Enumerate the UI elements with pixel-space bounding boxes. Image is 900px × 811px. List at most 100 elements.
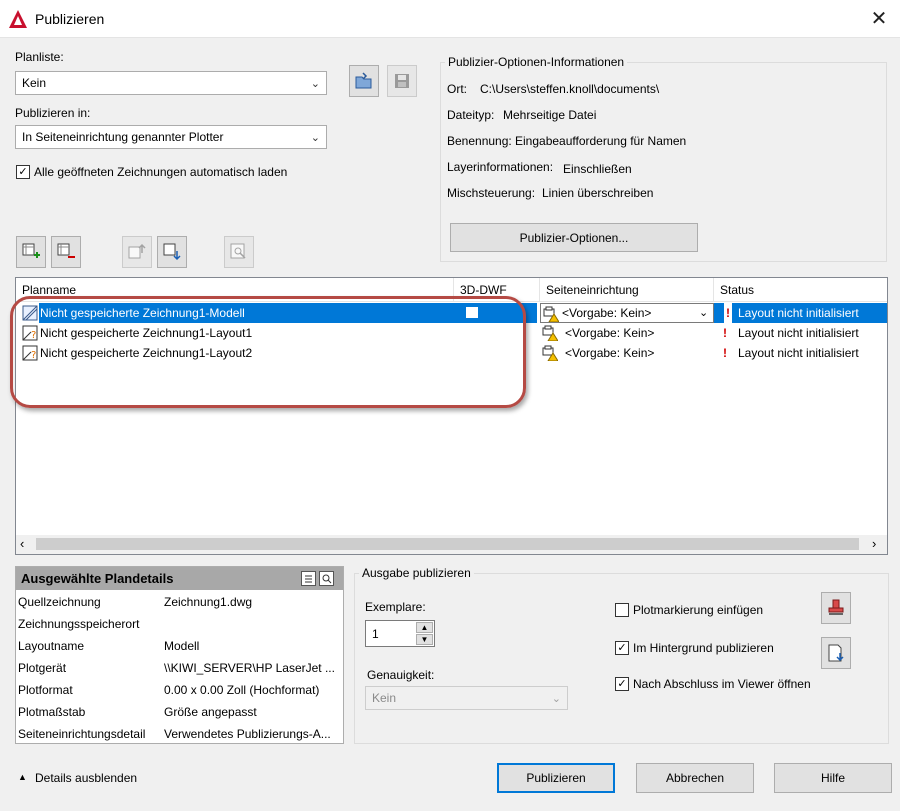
info-value-layers: Einschließen <box>563 162 632 176</box>
title-bar: Publizieren ✕ <box>0 0 900 38</box>
publish-output-group <box>354 573 889 744</box>
status-text: Layout nicht initialisiert <box>738 326 859 340</box>
detail-label: Quellzeichnung <box>18 595 101 609</box>
scroll-left-icon[interactable]: ‹ <box>20 537 24 551</box>
precision-value: Kein <box>372 691 397 705</box>
status-cell-selected: ! Layout nicht initialisiert <box>714 303 887 323</box>
sheet-list-header: Planname 3D-DWF Seiteneinrichtung Status <box>16 278 887 302</box>
3d-dwf-checkbox[interactable] <box>466 307 478 318</box>
planliste-value: Kein <box>22 76 47 90</box>
background-publish-details-button[interactable] <box>821 637 851 669</box>
detail-value: 0.00 x 0.00 Zoll (Hochformat) <box>164 683 320 697</box>
status-alert-icon: ! <box>724 303 732 323</box>
col-header-3d-dwf[interactable]: 3D-DWF <box>454 278 540 302</box>
sheet-list[interactable]: Planname 3D-DWF Seiteneinrichtung Status… <box>15 277 888 555</box>
detail-label: Plotgerät <box>18 661 67 675</box>
move-sheet-down-button[interactable] <box>157 236 187 268</box>
window-title: Publizieren <box>35 11 105 27</box>
detail-value: Zeichnung1.dwg <box>164 595 253 609</box>
add-sheets-button[interactable] <box>16 236 46 268</box>
detail-value: Modell <box>164 639 200 653</box>
copies-value: 1 <box>372 627 379 641</box>
detail-label: Layoutname <box>18 639 85 653</box>
publish-to-label: Publizieren in: <box>15 106 91 120</box>
info-label-location: Ort: <box>447 82 467 96</box>
copies-label: Exemplare: <box>365 600 426 614</box>
col-header-status[interactable]: Status <box>714 278 887 302</box>
document-download-icon <box>828 644 844 662</box>
stamp-icon <box>828 599 844 615</box>
planliste-dropdown[interactable]: Kein ⌄ <box>15 71 327 95</box>
table-row[interactable]: ? Nicht gespeicherte Zeichnung1-Layout2 … <box>16 343 887 363</box>
status-text: Layout nicht initialisiert <box>738 346 859 360</box>
preview-magnifier-icon <box>230 243 246 259</box>
col-header-sheet-name[interactable]: Planname <box>16 278 454 302</box>
save-sheet-list-button[interactable] <box>387 65 417 97</box>
add-sheet-icon <box>22 243 40 258</box>
model-sheet-icon <box>22 305 38 321</box>
cancel-button[interactable]: Abbrechen <box>636 763 754 793</box>
sheet-name: Nicht gespeicherte Zeichnung1-Layout1 <box>40 326 253 340</box>
publish-options-info-title: Publizier-Optionen-Informationen <box>445 55 628 69</box>
info-label-naming: Benennung: <box>447 134 512 148</box>
precision-dropdown[interactable]: Kein ⌄ <box>365 686 568 710</box>
move-up-icon <box>128 243 146 259</box>
col-header-page-setup[interactable]: Seiteneinrichtung <box>540 278 714 302</box>
table-row[interactable]: Nicht gespeicherte Zeichnung1-Modell <Vo… <box>16 303 887 323</box>
remove-sheets-button[interactable] <box>51 236 81 268</box>
scroll-right-icon[interactable]: › <box>872 537 876 551</box>
chevron-down-icon: ⌄ <box>310 78 320 90</box>
detail-label: Zeichnungsspeicherort <box>18 617 140 631</box>
info-value-location: C:\Users\steffen.knoll\documents\ <box>480 82 660 96</box>
close-icon[interactable]: ✕ <box>866 6 892 32</box>
list-view-icon[interactable] <box>301 571 316 586</box>
floppy-disk-icon <box>395 74 409 88</box>
load-sheet-list-button[interactable] <box>349 65 379 97</box>
chevron-down-icon: ⌄ <box>310 132 320 144</box>
status-alert-icon: ! <box>723 326 727 340</box>
stepper-down-icon[interactable]: ▼ <box>416 634 433 645</box>
plotstamp-label: Plotmarkierung einfügen <box>633 603 764 617</box>
publish-options-button[interactable]: Publizier-Optionen... <box>450 223 698 252</box>
auto-load-checkbox[interactable]: ✓ <box>16 165 30 179</box>
collapse-arrow-icon[interactable]: ▲ <box>18 772 27 782</box>
open-in-viewer-label: Nach Abschluss im Viewer öffnen <box>633 677 811 691</box>
open-in-viewer-checkbox[interactable]: ✓ <box>615 677 629 691</box>
plotstamp-checkbox[interactable] <box>615 603 629 617</box>
hide-details-link[interactable]: Details ausblenden <box>35 771 137 785</box>
details-header: Ausgewählte Plandetails <box>16 567 343 590</box>
stepper-up-icon[interactable]: ▲ <box>416 622 433 633</box>
detail-value: Verwendetes Publizierungs-A... <box>164 727 331 741</box>
background-publish-label: Im Hintergrund publizieren <box>633 641 774 655</box>
horizontal-scrollbar[interactable]: ‹ › <box>16 535 887 554</box>
publish-to-value: In Seiteneinrichtung genannter Plotter <box>22 130 224 144</box>
precision-label: Genauigkeit: <box>367 668 435 682</box>
move-down-icon <box>163 243 181 261</box>
background-publish-checkbox[interactable]: ✓ <box>615 641 629 655</box>
page-setup-value: <Vorgabe: Kein> <box>565 326 655 340</box>
help-button[interactable]: Hilfe <box>774 763 892 793</box>
autocad-app-icon <box>8 9 28 29</box>
scrollbar-thumb[interactable] <box>36 538 859 550</box>
sheet-name: Nicht gespeicherte Zeichnung1-Layout2 <box>40 346 253 360</box>
copies-stepper[interactable]: 1 ▲ ▼ <box>365 620 435 647</box>
chevron-down-icon: ⌄ <box>551 693 561 705</box>
page-setup-warning-icon <box>543 306 560 323</box>
page-setup-dropdown[interactable]: <Vorgabe: Kein> ⌄ <box>540 303 714 323</box>
detail-value: Größe angepasst <box>164 705 257 719</box>
table-row[interactable]: ? Nicht gespeicherte Zeichnung1-Layout1 … <box>16 323 887 343</box>
publish-to-dropdown[interactable]: In Seiteneinrichtung genannter Plotter ⌄ <box>15 125 327 149</box>
remove-sheet-icon <box>57 243 75 258</box>
details-title: Ausgewählte Plandetails <box>21 571 174 586</box>
preview-view-icon[interactable] <box>319 571 334 586</box>
plotstamp-settings-button[interactable] <box>821 592 851 624</box>
planliste-label: Planliste: <box>15 50 64 64</box>
page-setup-value: <Vorgabe: Kein> <box>565 346 655 360</box>
detail-label: Seiteneinrichtungsdetail <box>18 727 146 741</box>
detail-value: \\KIWI_SERVER\HP LaserJet ... <box>164 661 335 675</box>
publish-button[interactable]: Publizieren <box>497 763 615 793</box>
move-sheet-up-button[interactable] <box>122 236 152 268</box>
preview-button[interactable] <box>224 236 254 268</box>
page-setup-value: <Vorgabe: Kein> <box>562 306 652 320</box>
info-label-merge: Mischsteuerung: <box>447 186 536 200</box>
